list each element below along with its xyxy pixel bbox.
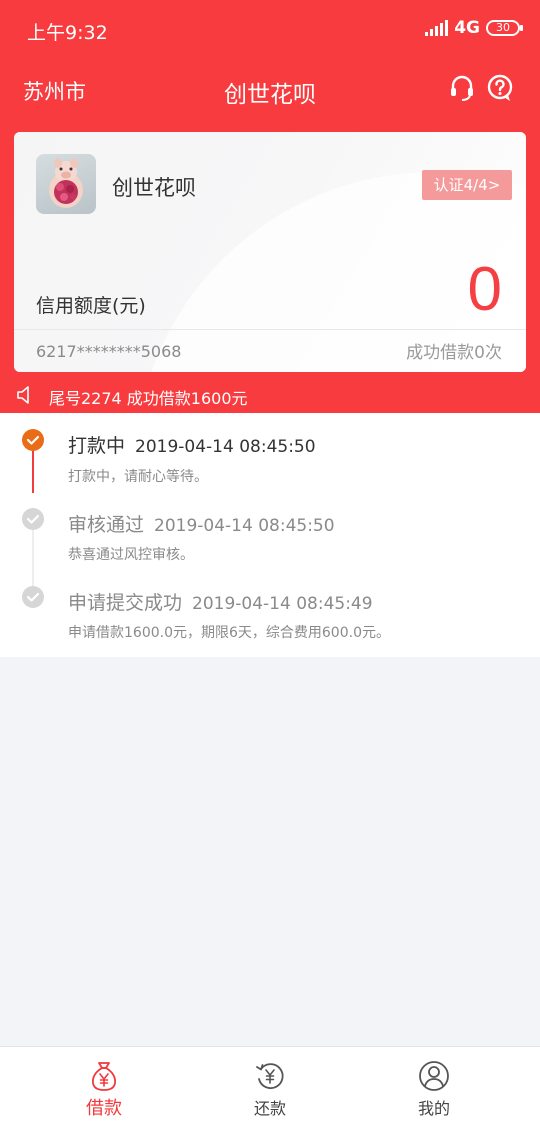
help-icon[interactable] bbox=[486, 74, 514, 102]
timeline-connector-active bbox=[32, 449, 34, 493]
check-active-icon bbox=[22, 429, 44, 451]
credit-limit-amount: 0 bbox=[467, 255, 502, 324]
step-1-label: 打款中 bbox=[68, 435, 126, 457]
step-2-label: 审核通过 bbox=[68, 514, 145, 536]
tab-mine-label: 我的 bbox=[417, 1099, 450, 1118]
step-1-time: 2019-04-14 08:45:50 bbox=[135, 437, 316, 457]
tab-repay-label: 还款 bbox=[253, 1099, 286, 1118]
step-3-time: 2019-04-14 08:45:49 bbox=[192, 594, 373, 614]
check-done-icon bbox=[22, 508, 44, 530]
timeline-connector bbox=[32, 528, 34, 588]
tab-mine[interactable]: 我的 bbox=[344, 1047, 524, 1124]
certification-badge[interactable]: 认证4/4> bbox=[422, 170, 512, 200]
user-icon bbox=[419, 1061, 449, 1091]
step-3-label: 申请提交成功 bbox=[68, 592, 183, 614]
money-bag-icon bbox=[92, 1062, 116, 1091]
step-1-description: 打款中，请耐心等待。 bbox=[68, 469, 208, 485]
step-3-description: 申请借款1600.0元，期限6天，综合费用600.0元。 bbox=[68, 625, 390, 641]
status-indicators: 4G 30 bbox=[425, 18, 523, 38]
status-bar: 上午9:32 4G 30 bbox=[0, 0, 540, 60]
bank-card-number: 6217********5068 bbox=[36, 342, 182, 361]
battery-level: 30 bbox=[496, 21, 510, 34]
step-2-description: 恭喜通过风控审核。 bbox=[68, 547, 194, 563]
notice-bar: 尾号2274 成功借款1600元 bbox=[0, 380, 540, 412]
pig-image bbox=[49, 158, 83, 208]
bottom-tab-bar: 借款 还款 我的 bbox=[0, 1046, 540, 1124]
tab-borrow[interactable]: 借款 bbox=[14, 1047, 194, 1124]
refresh-yen-icon bbox=[256, 1063, 284, 1089]
network-type: 4G bbox=[454, 18, 480, 38]
tab-borrow-label: 借款 bbox=[86, 1098, 122, 1119]
timeline-step-2-title: 审核通过 2019-04-14 08:45:50 bbox=[68, 510, 335, 537]
notice-text: 尾号2274 成功借款1600元 bbox=[49, 389, 248, 408]
headset-icon[interactable] bbox=[448, 74, 476, 102]
app-screen: 上午9:32 4G 30 苏州市 创世花呗 创世花呗 认证4/4> 信用额度(元… bbox=[0, 0, 540, 1124]
app-avatar bbox=[36, 154, 96, 214]
timeline-step-1-title: 打款中 2019-04-14 08:45:50 bbox=[68, 431, 316, 458]
card-app-name: 创世花呗 bbox=[112, 176, 196, 200]
credit-limit-label: 信用额度(元) bbox=[36, 295, 146, 317]
check-done-icon bbox=[22, 586, 44, 608]
tab-repay[interactable]: 还款 bbox=[180, 1047, 360, 1124]
battery-icon: 30 bbox=[486, 20, 523, 36]
speaker-icon bbox=[17, 386, 29, 404]
timeline-step-3-title: 申请提交成功 2019-04-14 08:45:49 bbox=[68, 588, 373, 615]
status-time: 上午9:32 bbox=[27, 22, 108, 44]
step-2-time: 2019-04-14 08:45:50 bbox=[154, 516, 335, 536]
card-divider bbox=[14, 329, 526, 330]
loan-progress-timeline: 打款中 2019-04-14 08:45:50 打款中，请耐心等待。 审核通过 20… bbox=[0, 413, 540, 657]
credit-card-panel: 创世花呗 认证4/4> 信用额度(元) 0 6217********5068 成… bbox=[14, 132, 526, 372]
successful-loan-count: 成功借款0次 bbox=[406, 343, 502, 363]
signal-icon bbox=[425, 20, 449, 36]
nav-bar: 苏州市 创世花呗 bbox=[0, 64, 540, 114]
